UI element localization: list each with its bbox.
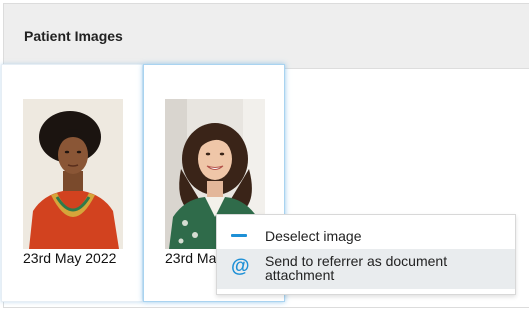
image-date: 23rd May 2022 [23, 250, 117, 266]
menu-item-label: Deselect image [265, 228, 362, 244]
image-card[interactable]: 23rd May 2022 [1, 64, 143, 302]
patient-image-thumbnail[interactable] [23, 99, 123, 249]
send-to-referrer-menu-item[interactable]: @ Send to referrer as document attachmen… [217, 249, 515, 289]
menu-item-label: Send to referrer as document attachment [265, 253, 448, 283]
image-context-menu: Deselect image @ Send to referrer as doc… [216, 214, 516, 295]
minus-icon [231, 234, 247, 237]
panel-header: Patient Images [4, 4, 529, 69]
deselect-image-menu-item[interactable]: Deselect image [217, 221, 515, 249]
panel-title: Patient Images [24, 28, 123, 44]
at-icon: @ [231, 256, 250, 277]
